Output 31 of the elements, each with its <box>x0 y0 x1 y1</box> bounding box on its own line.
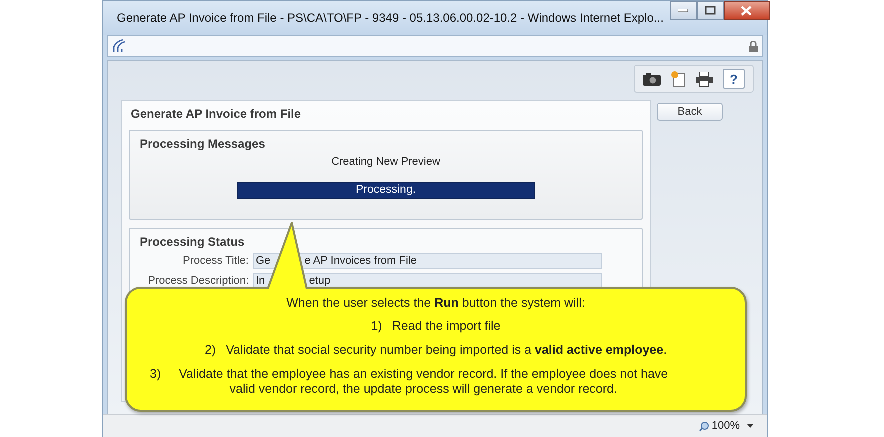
printer-icon[interactable] <box>696 72 713 86</box>
callout-text: Read the import file <box>392 319 501 334</box>
list-number: 1) <box>371 319 382 334</box>
section-title: Processing Status <box>140 235 246 249</box>
progress-label: Processing. <box>354 183 418 198</box>
list-number: 2) <box>204 343 216 358</box>
minimize-icon <box>678 8 688 12</box>
list-number: 3) <box>150 367 162 383</box>
window-title: Generate AP Invoice from File - PS\CA\TO\FP - 9349 - 05.13.06.00.02-10.2 - Windows Internet Explo... <box>117 11 664 25</box>
lock-icon <box>749 40 758 52</box>
section-title: Processing Messages <box>140 137 266 151</box>
note-icon[interactable] <box>671 70 686 88</box>
help-button[interactable]: ? <box>723 69 745 89</box>
callout-text: Validate that social security number being imported is a valid active employee. <box>226 343 668 358</box>
input-field[interactable]: Ge e AP Invoices from File <box>253 253 602 269</box>
close-icon <box>741 6 752 16</box>
callout-text: When the user selects the Run button the system will: <box>286 296 586 310</box>
field-label: Process Description: <box>147 275 250 287</box>
magnifier-icon <box>698 420 710 432</box>
maximize-icon <box>704 6 716 15</box>
field-label: Process Title: <box>182 255 250 267</box>
camera-icon[interactable] <box>643 72 661 86</box>
caret-icon[interactable] <box>746 424 755 428</box>
back-button[interactable]: Back <box>657 103 723 121</box>
status-message: Creating New Preview <box>330 156 442 168</box>
logo-icon <box>112 39 126 53</box>
close-button[interactable] <box>724 1 770 20</box>
page-title: Generate AP Invoice from File <box>131 107 302 121</box>
zoom-control[interactable]: 100% <box>698 420 740 432</box>
callout-text: Validate that the employee has an existing vendor record. If the employee does not have valid vendor record, the update process will generate a vendor record. <box>178 367 670 397</box>
maximize-button[interactable] <box>696 1 724 20</box>
